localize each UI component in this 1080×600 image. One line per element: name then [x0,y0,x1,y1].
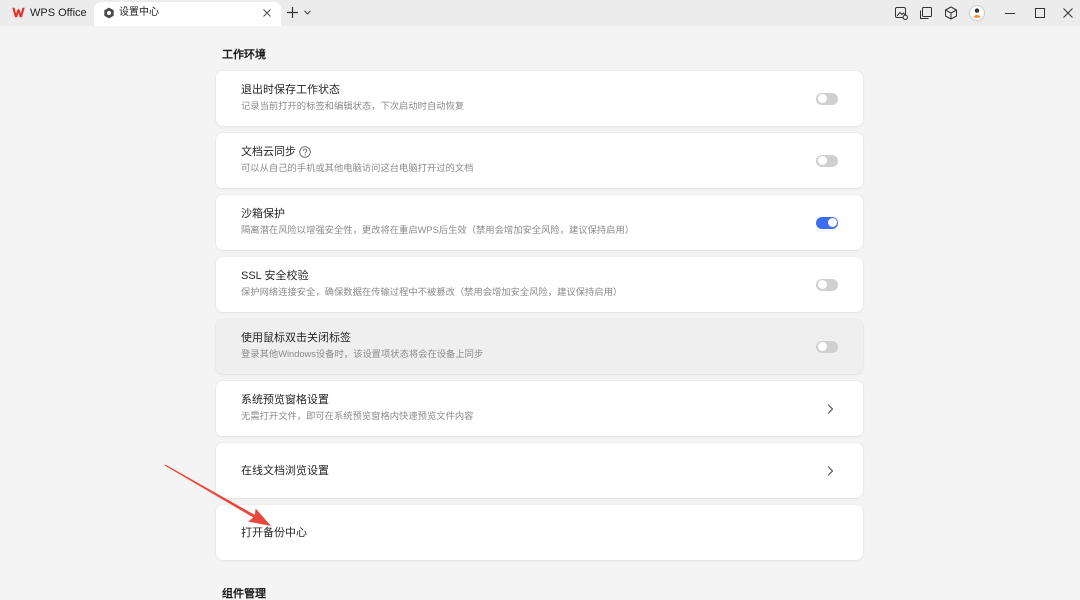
setting-title: 文档云同步 [241,146,296,158]
toggle-knob [817,156,827,165]
toggle-knob [817,342,827,351]
setting-title-row: 文档云同步 [241,144,311,160]
chevron-right-icon [827,404,834,414]
plus-icon[interactable] [287,7,298,18]
section-heading: 工作环境 [222,49,266,61]
setting-description: 登录其他Windows设备时，该设置项状态将会在设备上同步 [241,349,484,359]
section-heading: 组件管理 [222,588,266,600]
avatar-icon[interactable] [969,5,985,21]
minimize-icon[interactable] [1005,8,1015,18]
toggle-knob [817,94,827,103]
setting-title: 退出时保存工作状态 [241,84,340,96]
settings-content: 工作环境 退出时保存工作状态 记录当前打开的标签和编辑状态，下次启动时自动恢复 … [216,26,863,600]
setting-title: 使用鼠标双击关闭标签 [241,332,351,344]
setting-save-work-state[interactable]: 退出时保存工作状态 记录当前打开的标签和编辑状态，下次启动时自动恢复 [216,71,863,126]
title-bar: WPS Office 设置中心 [0,0,1080,26]
setting-title: 打开备份中心 [241,527,307,539]
tab-wps-office[interactable]: WPS Office [6,2,90,26]
setting-sandbox-protection[interactable]: 沙箱保护 隔离潜在风险以增强安全性，更改将在重启WPS后生效（禁用会增加安全风险… [216,195,863,250]
setting-description: 无需打开文件，即可在系统预览窗格内快速预览文件内容 [241,411,474,421]
close-icon[interactable] [263,9,271,17]
setting-title: SSL 安全校验 [241,270,309,282]
setting-online-doc-browsing[interactable]: 在线文档浏览设置 [216,443,863,498]
image-edit-icon[interactable] [894,6,908,20]
question-circle-icon[interactable] [299,146,311,158]
chevron-down-icon[interactable] [304,10,311,15]
setting-description: 记录当前打开的标签和编辑状态，下次启动时自动恢复 [241,101,465,111]
sandbox-protection-toggle[interactable] [816,216,838,229]
tab-settings-center[interactable]: 设置中心 [94,2,281,26]
setting-description: 保护网络连接安全，确保数据在传输过程中不被篡改（禁用会增加安全风险，建议保持启用… [241,287,623,297]
multi-window-icon[interactable] [919,6,933,20]
setting-open-backup-center[interactable]: 打开备份中心 [216,505,863,560]
setting-title: 在线文档浏览设置 [241,465,329,477]
cloud-sync-toggle[interactable] [816,154,838,167]
setting-double-click-close-tab[interactable]: 使用鼠标双击关闭标签 登录其他Windows设备时，该设置项状态将会在设备上同步 [216,319,863,374]
tab-label: 设置中心 [119,7,159,18]
setting-system-preview-pane[interactable]: 系统预览窗格设置 无需打开文件，即可在系统预览窗格内快速预览文件内容 [216,381,863,436]
save-work-state-toggle[interactable] [816,92,838,105]
gear-icon [104,7,114,19]
maximize-icon[interactable] [1035,8,1045,18]
setting-description: 可以从自己的手机或其他电脑访问这台电脑打开过的文档 [241,163,474,173]
setting-description: 隔离潜在风险以增强安全性，更改将在重启WPS后生效（禁用会增加安全风险，建议保持… [241,225,635,235]
tab-label: WPS Office [30,7,87,19]
close-icon[interactable] [1063,8,1073,18]
setting-title: 系统预览窗格设置 [241,394,329,406]
setting-ssl-verification[interactable]: SSL 安全校验 保护网络连接安全，确保数据在传输过程中不被篡改（禁用会增加安全… [216,257,863,312]
cube-icon[interactable] [944,6,958,20]
toggle-knob [817,280,827,289]
toggle-knob [827,218,837,227]
setting-title: 沙箱保护 [241,208,285,220]
ssl-verification-toggle[interactable] [816,278,838,291]
setting-cloud-sync[interactable]: 文档云同步 可以从自己的手机或其他电脑访问这台电脑打开过的文档 [216,133,863,188]
wps-logo-icon [12,7,25,18]
chevron-right-icon [827,466,834,476]
double-click-close-tab-toggle[interactable] [816,340,838,353]
